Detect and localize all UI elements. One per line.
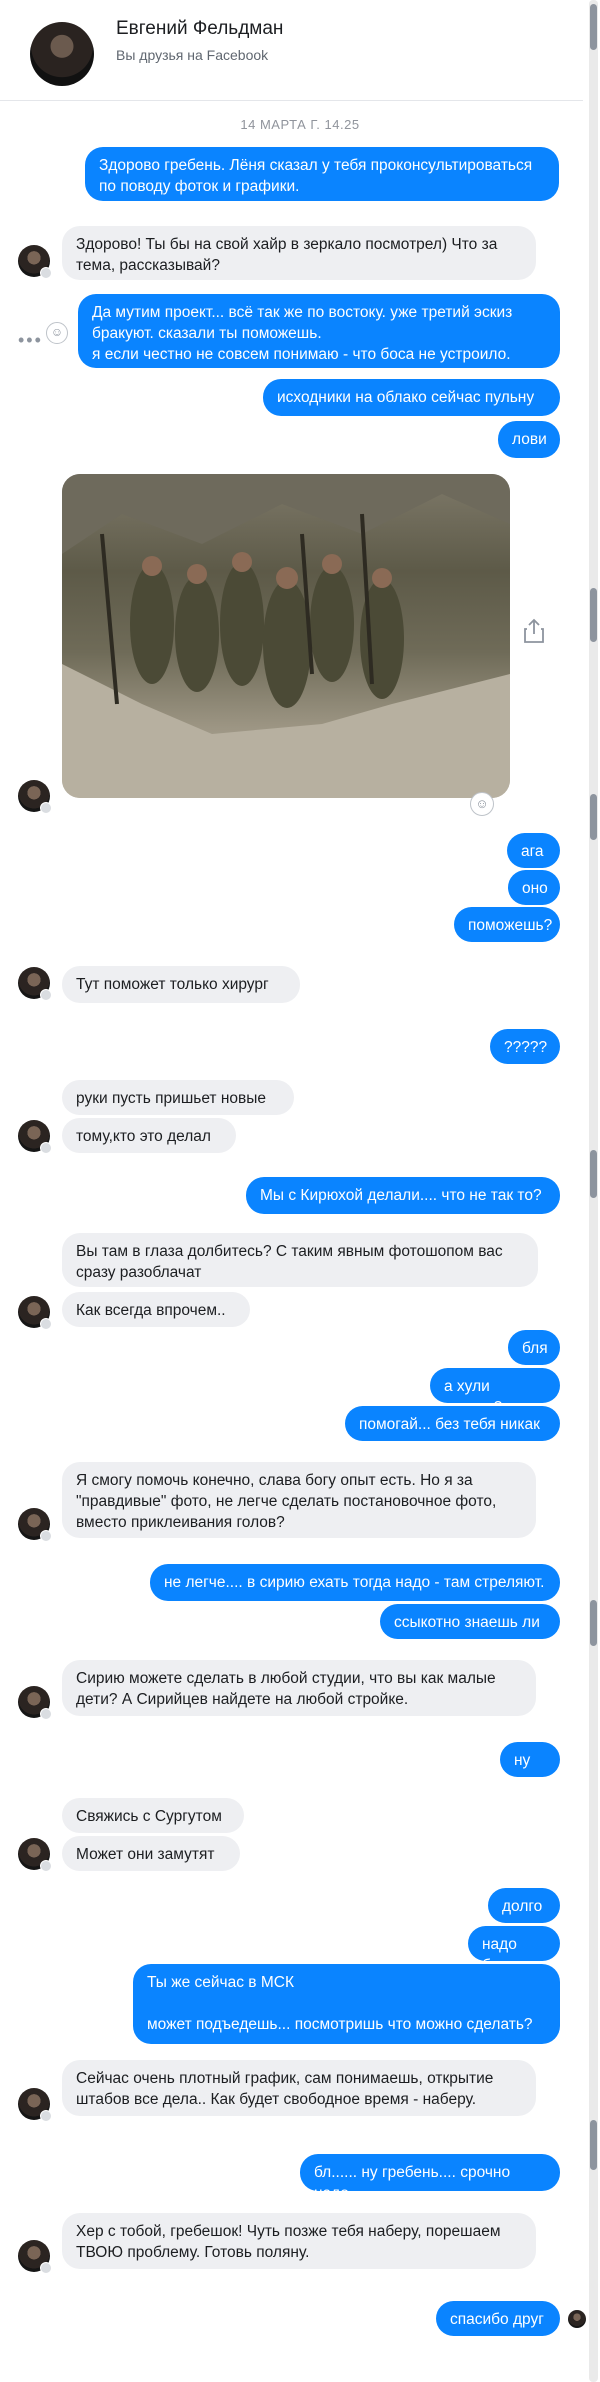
message-incoming: Сирию можете сделать в любой студии, что… — [62, 1660, 536, 1716]
contact-name[interactable]: Евгений Фельдман — [116, 18, 283, 40]
shared-photo[interactable] — [62, 474, 510, 798]
message-outgoing: ага — [507, 833, 560, 868]
message-incoming: Тут поможет только хирург — [62, 966, 300, 1003]
contact-avatar-small[interactable] — [18, 1838, 52, 1872]
contact-avatar-small[interactable] — [18, 2240, 52, 2274]
scrollbar-thumb[interactable] — [590, 794, 597, 840]
message-incoming: Может они замутят — [62, 1836, 240, 1871]
conversation-header: Евгений Фельдман Вы друзья на Facebook — [0, 0, 600, 100]
contact-avatar-small[interactable] — [18, 1508, 52, 1542]
message-incoming: тому,кто это делал — [62, 1118, 236, 1153]
message-incoming: Я смогу помочь конечно, слава богу опыт … — [62, 1462, 536, 1538]
share-icon[interactable] — [522, 618, 546, 644]
scrollbar-thumb[interactable] — [590, 1600, 597, 1646]
contact-avatar-small[interactable] — [18, 1120, 52, 1154]
message-outgoing: исходники на облако сейчас пульну — [263, 379, 560, 416]
message-outgoing: помогай... без тебя никак — [345, 1406, 560, 1441]
scrollbar-thumb[interactable] — [590, 2120, 597, 2170]
contact-avatar-small[interactable] — [18, 967, 52, 1001]
message-outgoing: спасибо друг — [436, 2301, 560, 2336]
contact-avatar[interactable] — [30, 22, 94, 86]
message-incoming: Как всегда впрочем.. — [62, 1292, 250, 1327]
message-outgoing: лови — [498, 421, 560, 458]
message-outgoing: ссыкотно знаешь ли — [380, 1604, 560, 1639]
message-incoming: Свяжись с Сургутом — [62, 1798, 244, 1833]
date-separator: 14 МАРТА Г. 14.25 — [240, 117, 360, 132]
message-outgoing: а хули делать? — [430, 1368, 560, 1416]
message-incoming: Хер с тобой, гребешок! Чуть позже тебя н… — [62, 2213, 536, 2269]
message-outgoing: надо быстрее — [468, 1926, 560, 1974]
message-outgoing: Здорово гребень. Лёня сказал у тебя прок… — [85, 147, 559, 201]
message-outgoing: бл...... ну гребень.... срочно надо. — [300, 2154, 560, 2202]
message-outgoing: ну хз — [500, 1742, 560, 1790]
message-outgoing: не легче.... в сирию ехать тогда надо - … — [150, 1564, 560, 1601]
smile-icon[interactable]: ☺ — [46, 322, 68, 344]
message-incoming: руки пусть пришьет новые — [62, 1080, 294, 1115]
contact-avatar-small[interactable] — [18, 2088, 52, 2122]
contact-avatar-small[interactable] — [18, 1686, 52, 1720]
divider — [0, 100, 583, 101]
message-outgoing: Мы с Кирюхой делали.... что не так то? — [246, 1177, 560, 1214]
message-incoming: Сейчас очень плотный график, сам понимае… — [62, 2060, 536, 2116]
contact-avatar-small[interactable] — [18, 780, 52, 814]
scrollbar-thumb[interactable] — [590, 1150, 597, 1198]
message-outgoing: ????? — [490, 1029, 560, 1064]
contact-avatar-small[interactable] — [18, 245, 52, 279]
seen-avatar — [568, 2310, 586, 2328]
contact-avatar-small[interactable] — [18, 1296, 52, 1330]
contact-subtitle: Вы друзья на Facebook — [116, 47, 269, 63]
add-reaction-icon[interactable]: ☺ — [470, 792, 494, 816]
message-incoming: Здорово! Ты бы на свой хайр в зеркало по… — [62, 226, 536, 280]
message-outgoing: Ты же сейчас в МСК может подъедешь... по… — [133, 1964, 560, 2044]
message-outgoing: оно — [508, 870, 560, 905]
message-incoming: Вы там в глаза долбитесь? С таким явным … — [62, 1233, 538, 1287]
scrollbar-thumb[interactable] — [590, 4, 597, 50]
message-outgoing: долго — [488, 1888, 560, 1923]
message-outgoing: поможешь? — [454, 907, 560, 942]
message-outgoing: Да мутим проект... всё так же по востоку… — [78, 294, 560, 368]
more-dots-icon[interactable]: ••• — [18, 330, 43, 351]
scrollbar-thumb[interactable] — [590, 588, 597, 642]
message-outgoing: бля — [508, 1330, 560, 1365]
